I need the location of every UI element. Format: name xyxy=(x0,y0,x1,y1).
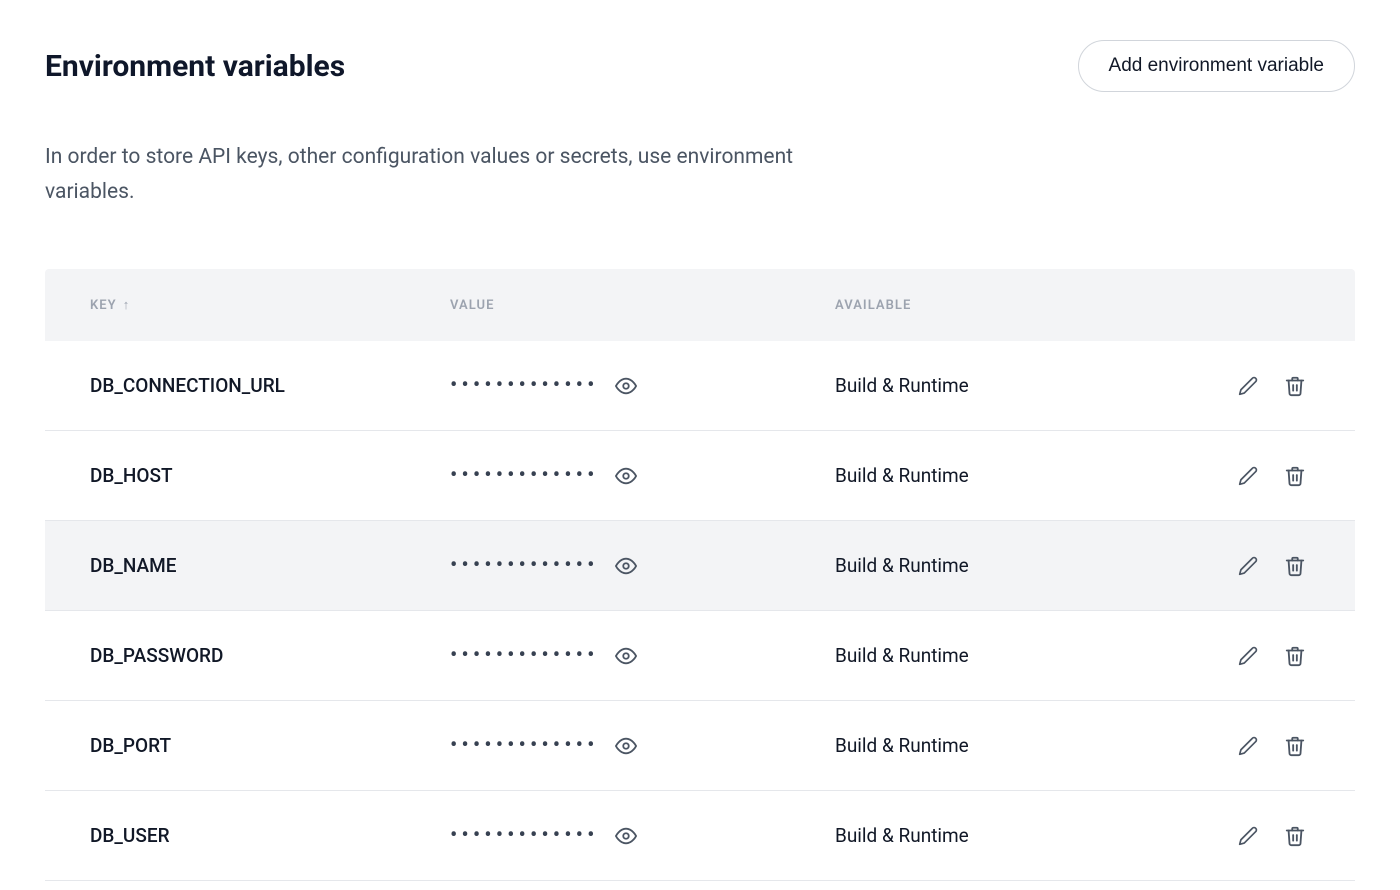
eye-icon[interactable] xyxy=(611,461,641,491)
table-row: DB_PORT••••••••••••• Build & Runtime xyxy=(45,701,1355,791)
trash-icon[interactable] xyxy=(1280,731,1310,761)
env-var-key: DB_PORT xyxy=(90,734,450,757)
masked-value: ••••••••••••• xyxy=(450,375,599,397)
env-var-available: Build & Runtime xyxy=(835,464,1180,487)
env-var-available: Build & Runtime xyxy=(835,554,1180,577)
env-var-available: Build & Runtime xyxy=(835,824,1180,847)
add-env-var-button[interactable]: Add environment variable xyxy=(1078,40,1355,92)
env-var-key: DB_PASSWORD xyxy=(90,644,450,667)
page-title: Environment variables xyxy=(45,49,345,84)
env-var-key: DB_USER xyxy=(90,824,450,847)
row-actions xyxy=(1180,821,1310,851)
table-row: DB_PASSWORD••••••••••••• Build & Runtime xyxy=(45,611,1355,701)
column-key[interactable]: KEY ↑ xyxy=(90,297,450,313)
row-actions xyxy=(1180,551,1310,581)
trash-icon[interactable] xyxy=(1280,641,1310,671)
column-key-label: KEY xyxy=(90,298,117,313)
env-var-value: ••••••••••••• xyxy=(450,821,835,851)
row-actions xyxy=(1180,641,1310,671)
env-vars-table: KEY ↑ VALUE AVAILABLE DB_CONNECTION_URL•… xyxy=(45,269,1355,881)
page-description: In order to store API keys, other config… xyxy=(45,140,875,209)
edit-icon[interactable] xyxy=(1234,372,1262,400)
table-row: DB_HOST••••••••••••• Build & Runtime xyxy=(45,431,1355,521)
edit-icon[interactable] xyxy=(1234,822,1262,850)
eye-icon[interactable] xyxy=(611,731,641,761)
row-actions xyxy=(1180,731,1310,761)
env-var-value: ••••••••••••• xyxy=(450,371,835,401)
eye-icon[interactable] xyxy=(611,821,641,851)
page-header: Environment variables Add environment va… xyxy=(45,40,1355,92)
table-row: DB_NAME••••••••••••• Build & Runtime xyxy=(45,521,1355,611)
env-var-available: Build & Runtime xyxy=(835,644,1180,667)
trash-icon[interactable] xyxy=(1280,551,1310,581)
env-var-key: DB_NAME xyxy=(90,554,450,577)
masked-value: ••••••••••••• xyxy=(450,465,599,487)
edit-icon[interactable] xyxy=(1234,462,1262,490)
env-var-value: ••••••••••••• xyxy=(450,641,835,671)
edit-icon[interactable] xyxy=(1234,732,1262,760)
masked-value: ••••••••••••• xyxy=(450,555,599,577)
trash-icon[interactable] xyxy=(1280,461,1310,491)
trash-icon[interactable] xyxy=(1280,371,1310,401)
edit-icon[interactable] xyxy=(1234,642,1262,670)
env-var-value: ••••••••••••• xyxy=(450,551,835,581)
masked-value: ••••••••••••• xyxy=(450,645,599,667)
arrow-up-icon: ↑ xyxy=(123,297,131,313)
table-body: DB_CONNECTION_URL•••••••••••••Build & Ru… xyxy=(45,341,1355,881)
table-row: DB_USER••••••••••••• Build & Runtime xyxy=(45,791,1355,881)
eye-icon[interactable] xyxy=(611,371,641,401)
env-var-value: ••••••••••••• xyxy=(450,731,835,761)
eye-icon[interactable] xyxy=(611,641,641,671)
table-row: DB_CONNECTION_URL••••••••••••• Build & Ru… xyxy=(45,341,1355,431)
env-var-value: ••••••••••••• xyxy=(450,461,835,491)
column-value[interactable]: VALUE xyxy=(450,298,835,313)
edit-icon[interactable] xyxy=(1234,552,1262,580)
row-actions xyxy=(1180,371,1310,401)
column-available[interactable]: AVAILABLE xyxy=(835,298,1180,313)
env-var-key: DB_HOST xyxy=(90,464,450,487)
eye-icon[interactable] xyxy=(611,551,641,581)
trash-icon[interactable] xyxy=(1280,821,1310,851)
env-var-key: DB_CONNECTION_URL xyxy=(90,374,450,397)
masked-value: ••••••••••••• xyxy=(450,735,599,757)
env-var-available: Build & Runtime xyxy=(835,734,1180,757)
row-actions xyxy=(1180,461,1310,491)
masked-value: ••••••••••••• xyxy=(450,825,599,847)
env-var-available: Build & Runtime xyxy=(835,374,1180,397)
table-header: KEY ↑ VALUE AVAILABLE xyxy=(45,269,1355,341)
